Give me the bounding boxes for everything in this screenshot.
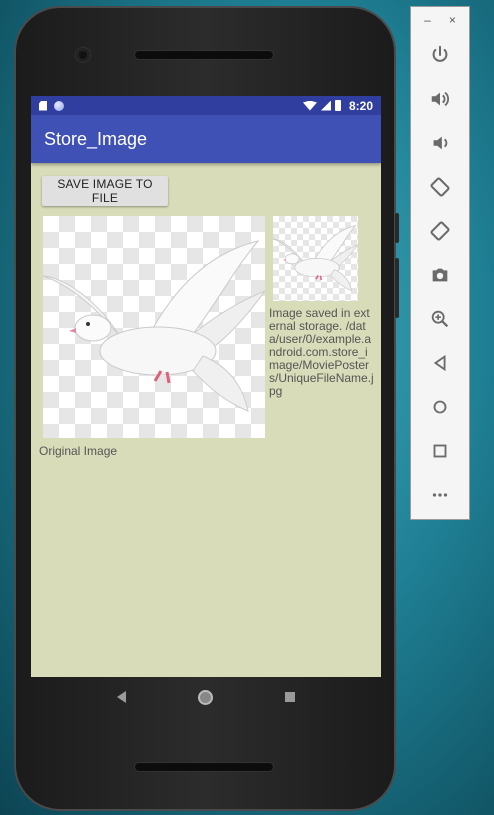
power-button[interactable]	[411, 33, 469, 77]
app-bar: Store_Image	[31, 115, 381, 163]
rotate-right-button[interactable]	[411, 209, 469, 253]
overview-icon	[433, 444, 447, 458]
signal-icon	[320, 100, 331, 111]
original-image	[42, 216, 267, 438]
back-button[interactable]	[411, 341, 469, 385]
minimize-button[interactable]: –	[424, 13, 431, 27]
home-icon	[433, 400, 447, 414]
status-time: 8:20	[348, 98, 373, 113]
camera-icon	[432, 268, 448, 282]
nav-overview-icon[interactable]	[285, 692, 295, 702]
sd-card-icon	[39, 100, 47, 111]
side-button-power	[395, 213, 399, 243]
volume-down-icon	[433, 136, 448, 150]
nav-back-icon[interactable]	[117, 691, 126, 703]
saved-image-preview	[272, 216, 360, 301]
front-camera	[76, 48, 90, 62]
dove-image	[42, 240, 267, 412]
back-icon	[433, 354, 446, 372]
zoom-button[interactable]	[411, 297, 469, 341]
volume-up-button[interactable]	[411, 77, 469, 121]
more-button[interactable]	[411, 473, 469, 517]
nav-home-icon[interactable]	[198, 689, 213, 705]
rotate-left-icon	[430, 177, 450, 197]
original-image-caption: Original Image	[39, 444, 118, 458]
more-icon	[432, 493, 448, 497]
rotate-left-button[interactable]	[411, 165, 469, 209]
wifi-icon	[302, 100, 317, 111]
battery-icon	[334, 100, 341, 111]
saved-path-message: Image saved in external storage. /data/u…	[269, 306, 374, 398]
power-icon	[432, 45, 448, 62]
sync-icon	[54, 100, 64, 111]
home-button[interactable]	[411, 385, 469, 429]
rotate-right-icon	[430, 221, 450, 241]
android-nav-bar	[31, 677, 381, 717]
emulator-toolbar: – ×	[410, 6, 470, 520]
side-button-volume	[395, 258, 399, 318]
screenshot-button[interactable]	[411, 253, 469, 297]
bottom-speaker	[134, 762, 274, 772]
volume-down-button[interactable]	[411, 121, 469, 165]
zoom-icon	[431, 310, 449, 328]
top-speaker	[134, 50, 274, 60]
status-bar: 8:20	[31, 96, 381, 115]
volume-up-icon	[431, 91, 449, 107]
close-button[interactable]: ×	[449, 13, 456, 27]
overview-button[interactable]	[411, 429, 469, 473]
app-title: Store_Image	[44, 128, 148, 149]
dove-thumbnail	[272, 224, 360, 292]
save-image-button[interactable]: SAVE IMAGE TO FILE	[42, 176, 168, 206]
device-screen: 8:20 Store_Image SAVE IMAGE TO FILE Imag…	[31, 96, 381, 677]
